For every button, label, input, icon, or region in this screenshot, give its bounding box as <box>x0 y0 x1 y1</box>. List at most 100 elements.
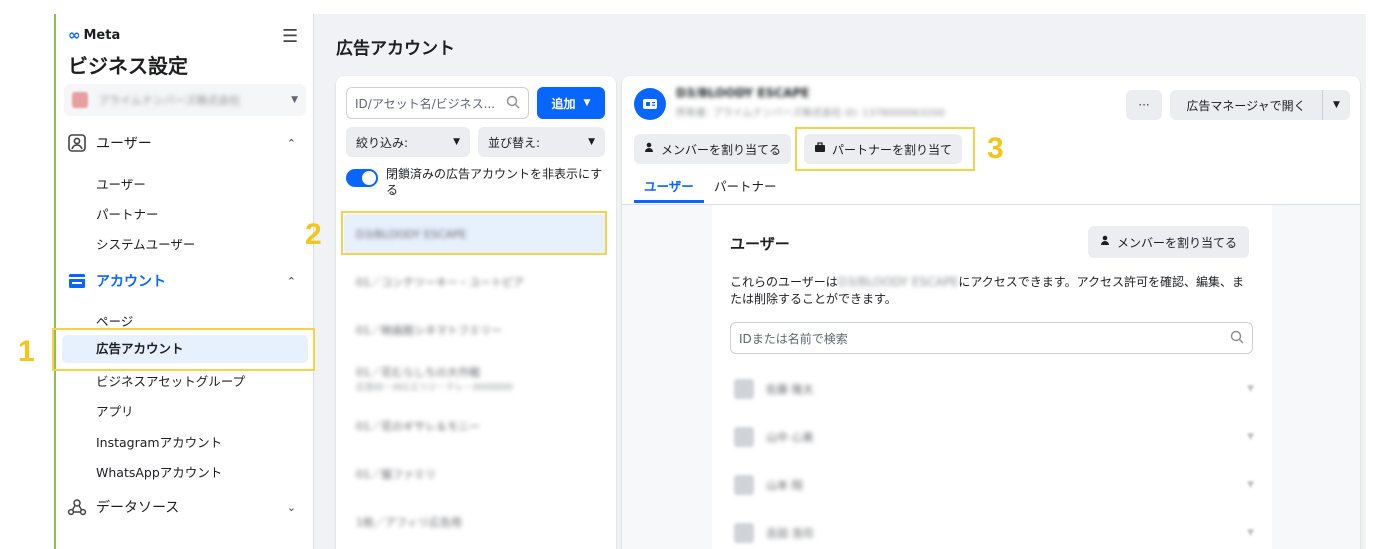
hide-closed-toggle-row: 閉鎖済みの広告アカウントを非表示にする <box>346 166 606 198</box>
highlight-box-2 <box>341 211 607 255</box>
user-search-placeholder: IDまたは名前で検索 <box>739 331 848 346</box>
more-options-button[interactable]: ··· <box>1126 90 1162 120</box>
chevron-up-icon: ⌃ <box>286 274 296 288</box>
sidebar: ∞ Meta ビジネス設定 ☰ プライムナンバーズ株式会社 ▼ ユーザー ⌃ ユ… <box>56 14 314 549</box>
sidebar-section-users[interactable]: ユーザー ⌃ <box>66 132 296 154</box>
user-name: 佐藤 隆太 <box>766 383 814 396</box>
search-icon <box>506 94 520 113</box>
list-item[interactable]: 01／コンテツーキー・ユートピア <box>344 262 606 302</box>
ad-account-icon <box>634 88 666 120</box>
highlight-box-1 <box>52 328 315 371</box>
assign-member-button[interactable]: メンバーを割り当てる <box>634 134 792 164</box>
users-description: これらのユーザーはD3/BLOODY ESCAPEにアクセスできます。アクセス許… <box>730 274 1250 308</box>
meta-logo: ∞ Meta <box>68 26 120 44</box>
person-icon <box>644 142 655 156</box>
caret-down-icon: ▼ <box>291 95 298 105</box>
accounts-icon <box>66 270 88 292</box>
business-name: プライムナンバーズ株式会社 <box>98 94 241 107</box>
desc-account: D3/BLOODY ESCAPE <box>837 275 959 289</box>
sort-label: 並び替え: <box>488 135 541 150</box>
table-row[interactable]: 山中 心美 ▼ <box>734 425 1254 449</box>
sidebar-item-whatsapp-accounts[interactable]: WhatsAppアカウント <box>96 462 222 481</box>
page-title: 広告アカウント <box>336 39 455 59</box>
caret-down-icon: ▼ <box>583 98 591 108</box>
toggle-knob <box>362 171 376 185</box>
sort-dropdown[interactable]: 並び替え: ▼ <box>478 127 605 157</box>
user-search-input[interactable]: IDまたは名前で検索 <box>730 322 1253 354</box>
account-name: 01／花むらしちの大作戦 <box>356 365 480 379</box>
sidebar-section-label: アカウント <box>96 274 166 290</box>
table-row[interactable]: 吉田 浩司 ▼ <box>734 521 1254 545</box>
detail-account-sub: 所有者: プライムナンバーズ株式会社 ID: 1378000063200 <box>676 108 945 119</box>
sidebar-section-label: データソース <box>96 500 180 516</box>
filter-dropdown[interactable]: 絞り込み: ▼ <box>346 127 470 157</box>
tab-partners[interactable]: パートナー <box>714 176 777 195</box>
open-in-ads-manager-label: 広告マネージャで開く <box>1186 98 1306 113</box>
person-icon <box>1100 235 1111 249</box>
chevron-down-icon: ▼ <box>1247 528 1254 538</box>
chevron-down-icon: ▼ <box>1247 480 1254 490</box>
table-row[interactable]: 山本 翔 ▼ <box>734 473 1254 497</box>
hamburger-menu-icon[interactable]: ☰ <box>282 26 298 47</box>
user-name: 山本 翔 <box>766 479 803 492</box>
search-placeholder: ID/アセット名/ビジネス... <box>355 96 496 111</box>
sidebar-item-apps[interactable]: アプリ <box>96 401 134 420</box>
avatar <box>734 475 754 495</box>
hide-closed-toggle[interactable] <box>346 169 378 187</box>
user-name: 山中 心美 <box>766 431 814 444</box>
annotation-number-2: 2 <box>305 218 322 251</box>
chevron-down-icon: ▼ <box>1247 432 1254 442</box>
account-name: 1枚／アフィリ広告用 <box>356 516 462 529</box>
open-in-ads-manager-button[interactable]: 広告マネージャで開く ▼ <box>1170 90 1350 120</box>
detail-account-name: D3/BLOODY ESCAPE <box>676 86 810 100</box>
avatar <box>734 523 754 543</box>
avatar <box>734 427 754 447</box>
meta-infinity-icon: ∞ <box>68 26 81 44</box>
active-tab-indicator <box>634 200 704 203</box>
sidebar-item-system-users[interactable]: システムユーザー <box>96 234 195 253</box>
search-icon <box>1230 330 1244 347</box>
sidebar-section-data-sources[interactable]: データソース ⌄ <box>66 496 296 518</box>
sidebar-item-users[interactable]: ユーザー <box>96 174 146 193</box>
add-button[interactable]: 追加 ▼ <box>537 87 605 119</box>
hide-closed-label: 閉鎖済みの広告アカウントを非表示にする <box>386 167 603 197</box>
asset-search-input[interactable]: ID/アセット名/ビジネス... <box>346 87 529 119</box>
table-row[interactable]: 佐藤 隆太 ▼ <box>734 377 1254 401</box>
list-item[interactable]: 01／猫ファミリ <box>344 454 606 494</box>
account-name: 01／猫ファミリ <box>356 468 436 481</box>
annotation-number-1: 1 <box>18 335 35 368</box>
account-name: 01／映画館シネマトフミリー <box>356 324 502 337</box>
account-sub: 広告ID・001エリジ・テレ・0000000 <box>356 382 513 393</box>
caret-down-icon: ▼ <box>588 137 595 147</box>
business-settings-window: ∞ Meta ビジネス設定 ☰ プライムナンバーズ株式会社 ▼ ユーザー ⌃ ユ… <box>54 14 1366 549</box>
assign-member-label: メンバーを割り当てる <box>661 142 782 157</box>
desc-text: これらのユーザーは <box>730 275 838 289</box>
avatar <box>734 379 754 399</box>
highlight-box-3 <box>795 127 975 171</box>
account-name: 01／コンテツーキー・ユートピア <box>356 276 524 289</box>
sidebar-section-label: ユーザー <box>96 136 152 152</box>
business-selector[interactable]: プライムナンバーズ株式会社 ▼ <box>64 84 306 116</box>
list-item[interactable]: 1枚／アフィリ広告用 <box>344 502 606 542</box>
assign-member-label: メンバーを割り当てる <box>1117 235 1238 250</box>
add-button-label: 追加 <box>551 96 576 111</box>
sidebar-item-partners[interactable]: パートナー <box>96 204 159 223</box>
list-item[interactable]: 01／花のギサレ＆モニー <box>344 406 606 446</box>
data-sources-icon <box>66 496 88 518</box>
caret-down-icon: ▼ <box>453 137 460 147</box>
chevron-up-icon: ⌃ <box>286 136 296 150</box>
annotation-number-3: 3 <box>987 132 1004 165</box>
sidebar-section-accounts[interactable]: アカウント ⌃ <box>66 270 296 292</box>
business-avatar <box>72 92 88 108</box>
users-heading: ユーザー <box>730 235 790 253</box>
tab-users[interactable]: ユーザー <box>644 176 694 195</box>
meta-logo-text: Meta <box>83 27 121 43</box>
list-item[interactable]: 01／映画館シネマトフミリー <box>344 310 606 350</box>
sidebar-item-business-asset-groups[interactable]: ビジネスアセットグループ <box>96 371 245 390</box>
list-item[interactable]: 01／花むらしちの大作戦 広告ID・001エリジ・テレ・0000000 <box>344 358 606 398</box>
sidebar-item-instagram-accounts[interactable]: Instagramアカウント <box>96 432 222 451</box>
account-name: 01／花のギサレ＆モニー <box>356 420 480 433</box>
assign-member-button-secondary[interactable]: メンバーを割り当てる <box>1088 226 1250 258</box>
filter-label: 絞り込み: <box>356 135 409 150</box>
caret-down-icon[interactable]: ▼ <box>1322 90 1350 120</box>
